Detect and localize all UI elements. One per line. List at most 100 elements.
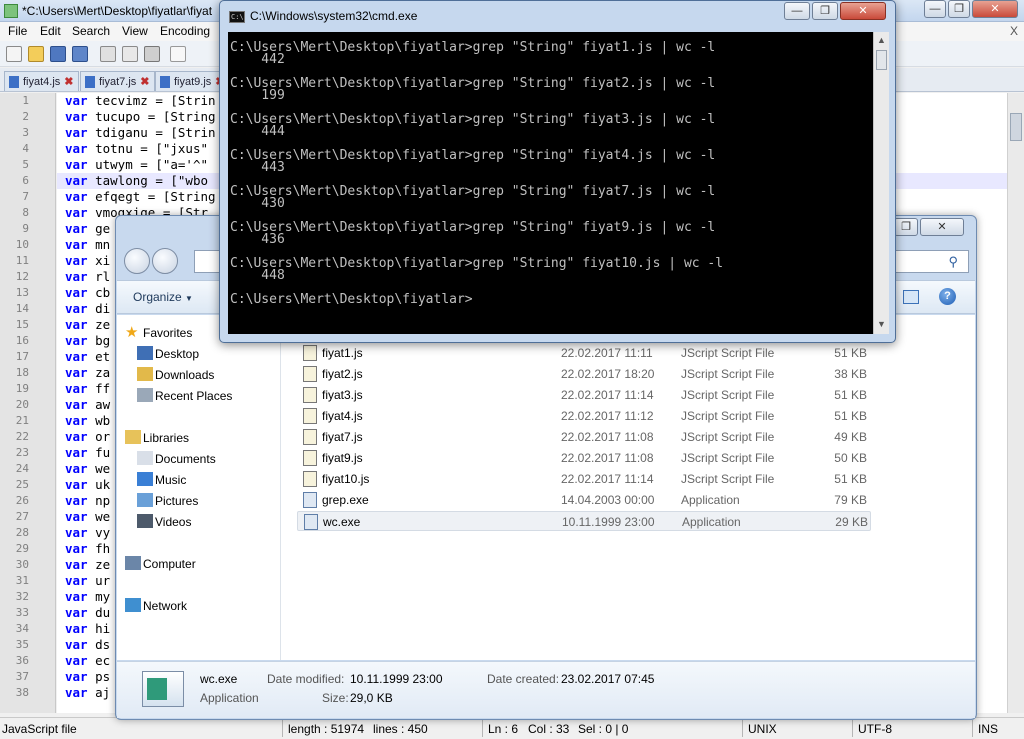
menu-item-file[interactable]: File (8, 24, 27, 38)
close-all-icon[interactable] (122, 46, 138, 62)
details-file-type: Application (200, 691, 259, 705)
file-row[interactable]: fiyat7.js 22.02.2017 11:08 JScript Script … (297, 427, 871, 447)
identifier: efqegt (95, 189, 141, 204)
line-number: 13 (15, 286, 29, 299)
new-file-icon[interactable] (6, 46, 22, 62)
keyword: var (65, 429, 88, 444)
details-modified-label: Date modified: (267, 672, 345, 686)
file-type: JScript Script File (681, 388, 775, 402)
js-file-icon (160, 76, 170, 88)
file-row[interactable]: fiyat2.js 22.02.2017 18:20 JScript Script … (297, 364, 871, 384)
nav-item-label: Downloads (155, 368, 215, 382)
file-row[interactable]: fiyat1.js 22.02.2017 11:11 JScript Script … (297, 343, 871, 363)
line-number: 12 (15, 270, 29, 283)
identifier: uk (95, 477, 111, 492)
identifier: ps (95, 669, 111, 684)
help-icon[interactable]: ? (939, 288, 956, 305)
keyword: var (65, 461, 88, 476)
file-row[interactable]: grep.exe 14.04.2003 00:00 Application 79 KB (297, 490, 871, 510)
initializer: = ["jxus" (140, 141, 209, 156)
application-file-icon (304, 514, 318, 530)
explorer-maximize-button[interactable]: ❐ (894, 218, 918, 236)
file-name: fiyat10.js (322, 472, 370, 486)
keyword: var (65, 397, 88, 412)
line-number: 1 (22, 94, 29, 107)
details-pane: wc.exe Application Date modified: 10.11.… (117, 661, 975, 718)
status-length: length : 51974 (288, 722, 365, 736)
cmd-vertical-scrollbar[interactable]: ▲ ▼ (873, 32, 889, 334)
cmd-console-output[interactable]: C:\Users\Mert\Desktop\fiyatlar>grep "Str… (228, 32, 873, 334)
forward-button[interactable] (152, 248, 178, 274)
close-document-x[interactable]: X (1010, 24, 1018, 38)
tab-fiyat7-js[interactable]: fiyat7.js ✖ (80, 71, 155, 91)
change-view-icon[interactable] (903, 290, 919, 304)
save-all-icon[interactable] (72, 46, 88, 62)
organize-button[interactable]: Organize ▼ (133, 290, 193, 304)
tab-close-icon[interactable]: ✖ (64, 76, 73, 88)
status-encoding: UTF-8 (858, 722, 892, 736)
identifier: bg (95, 333, 111, 348)
scroll-up-arrow-icon[interactable]: ▲ (877, 35, 886, 45)
file-name: fiyat7.js (322, 430, 363, 444)
notepadpp-title: *C:\Users\Mert\Desktop\fiyatlar\fiyat (22, 4, 213, 18)
file-type: JScript Script File (681, 451, 775, 465)
editor-vertical-scrollbar[interactable] (1007, 93, 1024, 713)
nav-item-label: Network (143, 599, 188, 613)
save-icon[interactable] (50, 46, 66, 62)
cmd-maximize-button[interactable]: ❐ (812, 2, 838, 20)
file-row[interactable]: fiyat10.js 22.02.2017 11:14 JScript Script… (297, 469, 871, 489)
print-icon[interactable] (144, 46, 160, 62)
identifier: fh (95, 541, 111, 556)
menu-item-edit[interactable]: Edit (40, 24, 61, 38)
identifier: cb (95, 285, 111, 300)
keyword: var (65, 253, 88, 268)
details-modified-value: 10.11.1999 23:00 (350, 672, 443, 686)
cut-icon[interactable] (170, 46, 186, 62)
cmd-close-button[interactable]: ✕ (840, 2, 886, 20)
keyword: var (65, 589, 88, 604)
file-row[interactable]: fiyat4.js 22.02.2017 11:12 JScript Script … (297, 406, 871, 426)
npp-close-button[interactable]: ✕ (972, 0, 1018, 18)
close-file-icon[interactable] (100, 46, 116, 62)
back-button[interactable] (124, 248, 150, 274)
search-icon[interactable]: ⚲ (948, 254, 958, 270)
line-number: 26 (15, 494, 29, 507)
identifier: or (95, 429, 111, 444)
pictures-icon (137, 493, 153, 507)
npp-maximize-button[interactable]: ❐ (948, 0, 970, 18)
menu-item-view[interactable]: View (122, 24, 148, 38)
line-number: 34 (15, 622, 29, 635)
keyword: var (65, 653, 88, 668)
identifier: tdiganu (95, 125, 148, 140)
keyword: var (65, 605, 88, 620)
cmd-scroll-thumb[interactable] (876, 50, 887, 70)
tab-close-icon[interactable]: ✖ (140, 76, 149, 88)
editor-scroll-thumb[interactable] (1010, 113, 1022, 141)
identifier: ge (95, 221, 111, 236)
line-number: 19 (15, 382, 29, 395)
explorer-close-button[interactable]: ✕ (920, 218, 964, 236)
line-number: 25 (15, 478, 29, 491)
cmd-minimize-button[interactable]: — (784, 2, 810, 20)
file-date-modified: 22.02.2017 11:14 (561, 388, 654, 402)
nav-item-label: Computer (143, 557, 196, 571)
file-date-modified: 22.02.2017 11:12 (561, 409, 654, 423)
tab-label: fiyat9.js (174, 76, 212, 88)
line-number: 23 (15, 446, 29, 459)
menu-item-encoding[interactable]: Encoding (160, 24, 210, 38)
line-number: 17 (15, 350, 29, 363)
file-row[interactable]: fiyat9.js 22.02.2017 11:08 JScript Script … (297, 448, 871, 468)
identifier: za (95, 365, 111, 380)
menu-item-search[interactable]: Search (72, 24, 110, 38)
tab-fiyat4-js[interactable]: fiyat4.js ✖ (4, 71, 79, 91)
application-file-icon (303, 492, 317, 508)
npp-minimize-button[interactable]: — (924, 0, 946, 18)
open-folder-icon[interactable] (28, 46, 44, 62)
chevron-down-icon: ▼ (185, 294, 193, 303)
file-row[interactable]: fiyat3.js 22.02.2017 11:14 JScript Script … (297, 385, 871, 405)
line-number: 15 (15, 318, 29, 331)
file-row[interactable]: wc.exe 10.11.1999 23:00 Application 29 KB (297, 511, 871, 531)
keyword: var (65, 173, 88, 188)
details-file-name: wc.exe (200, 672, 238, 686)
scroll-down-arrow-icon[interactable]: ▼ (877, 319, 886, 329)
